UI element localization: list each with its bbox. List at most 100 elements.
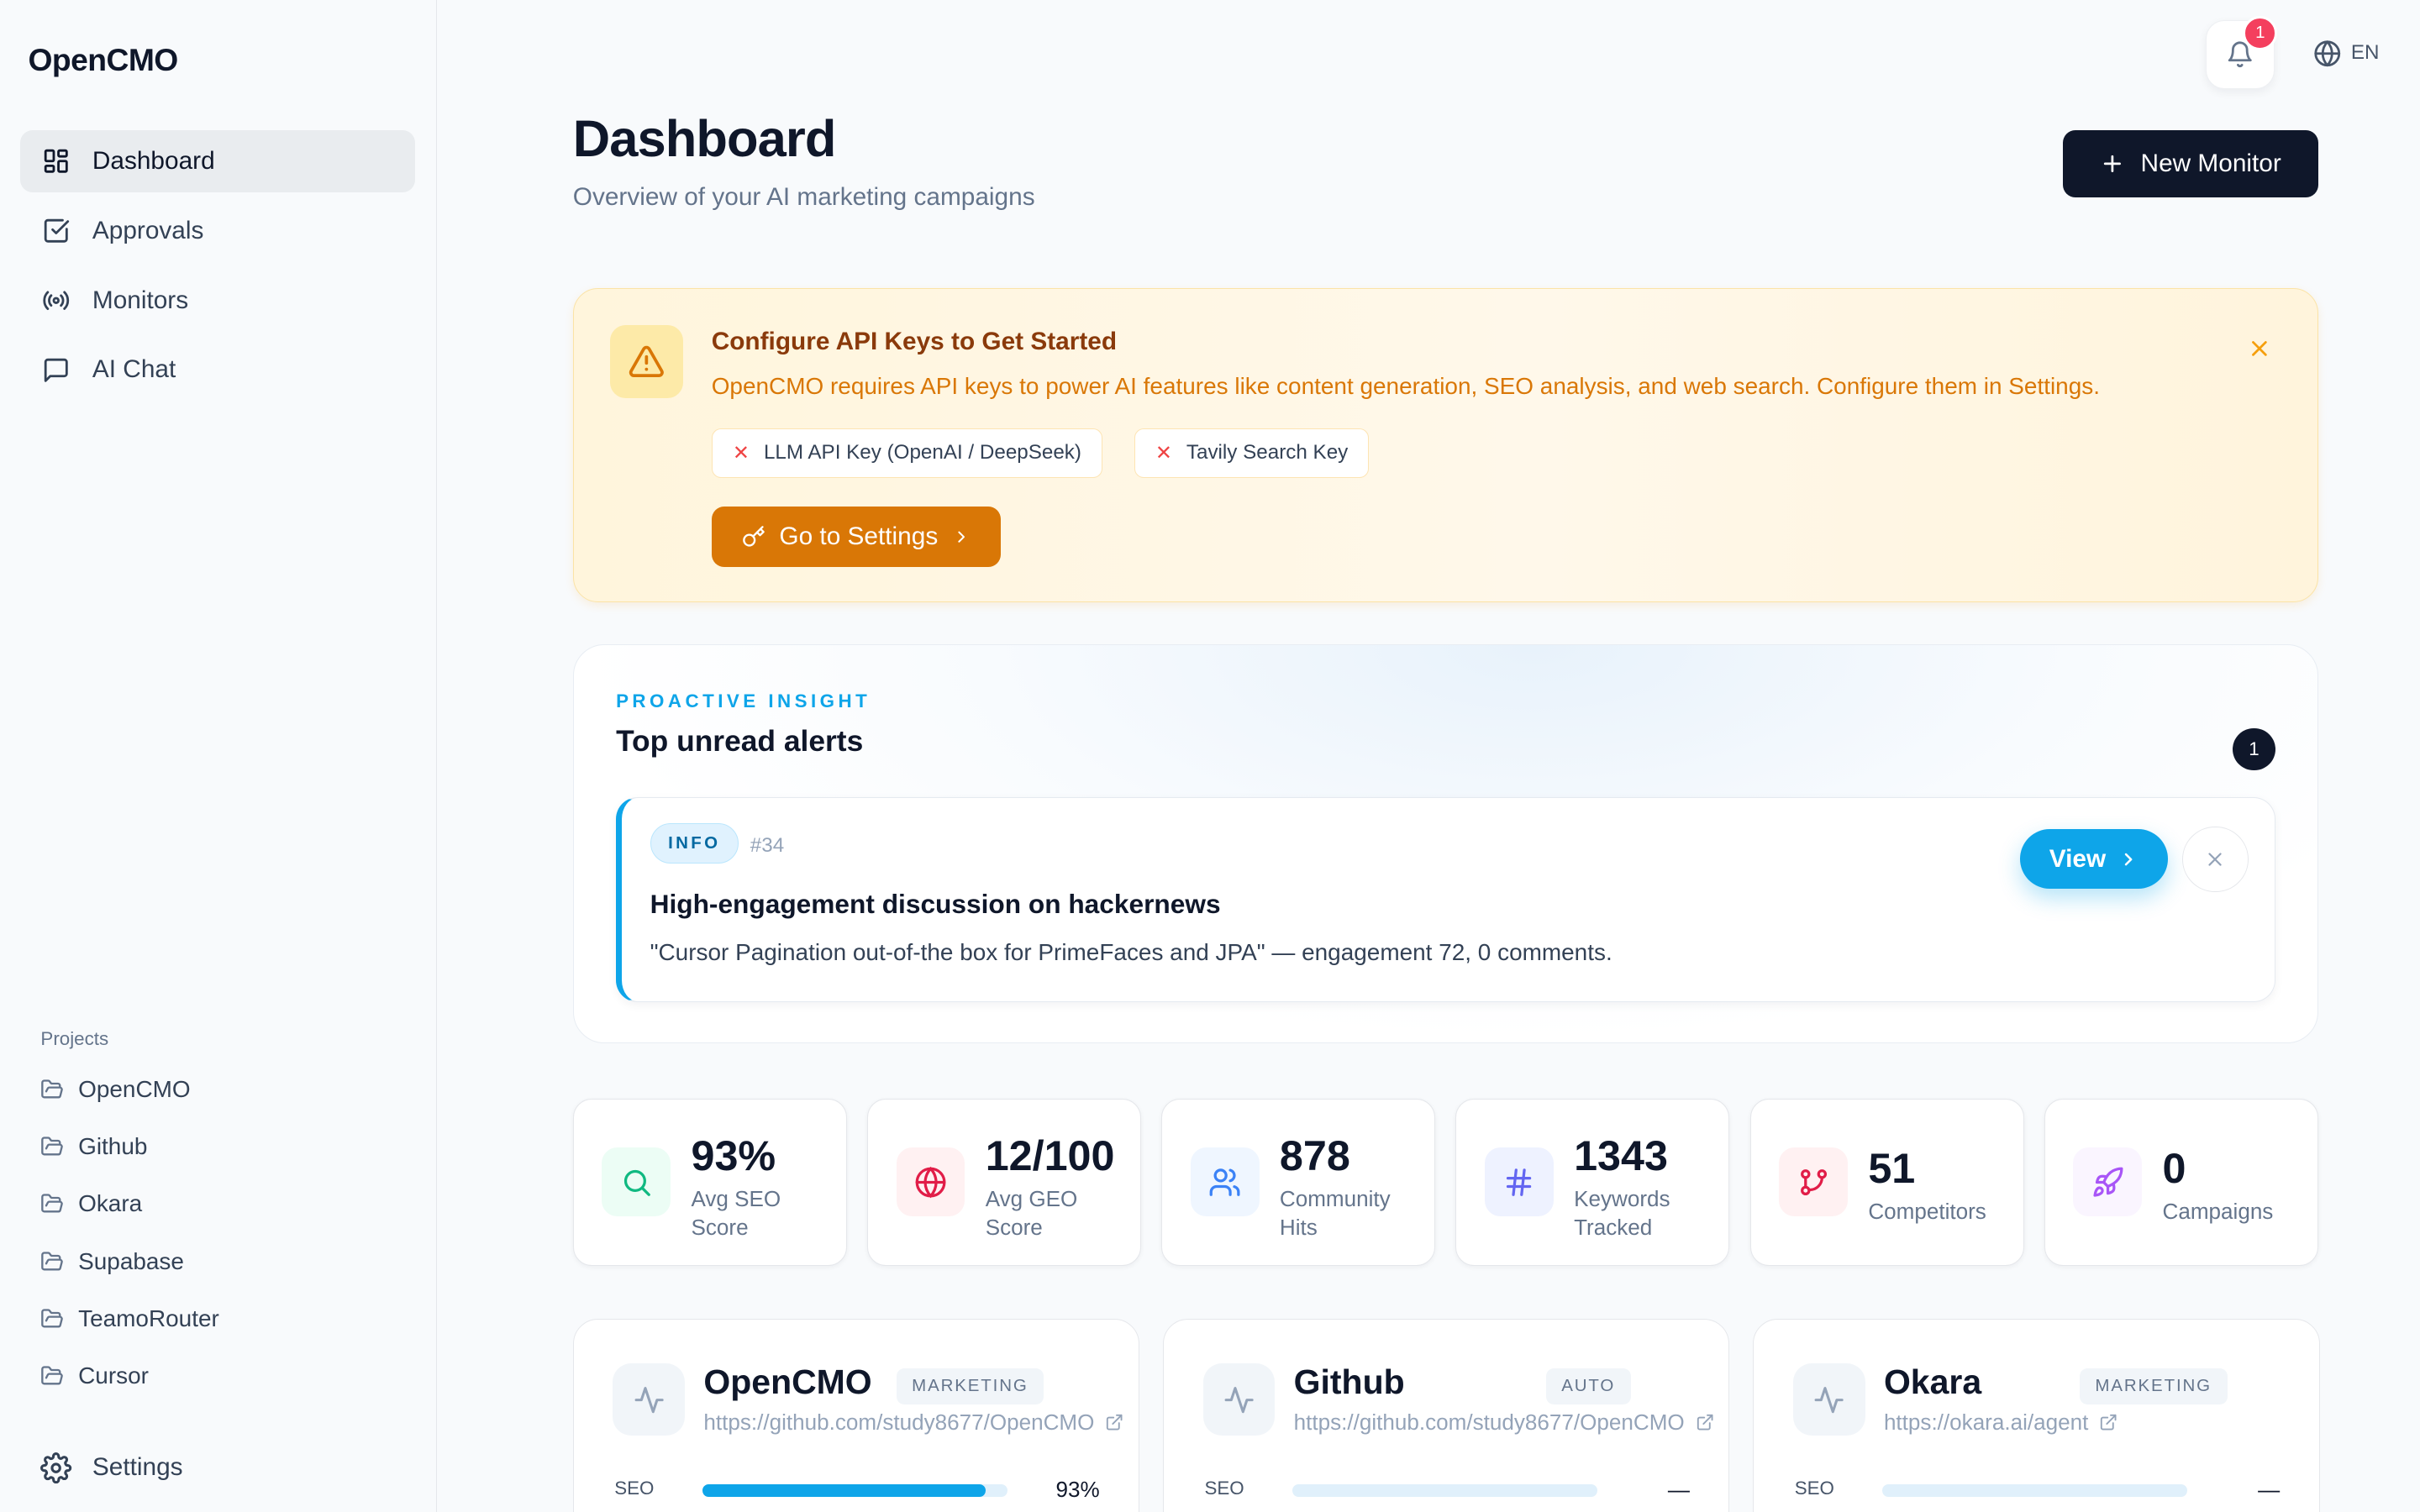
app-logo[interactable]: OpenCMO — [29, 42, 179, 78]
page-title: Dashboard — [572, 110, 837, 169]
go-to-settings-button[interactable]: Go to Settings — [711, 506, 1002, 568]
project-item-supabase[interactable]: Supabase — [40, 1232, 218, 1289]
view-label: View — [2049, 844, 2107, 873]
seo-bar — [702, 1483, 986, 1497]
stat-value: 51 — [1868, 1143, 1916, 1192]
insight-label: PROACTIVE INSIGHT — [616, 690, 871, 712]
project-name: OpenCMO — [703, 1362, 872, 1401]
warning-description: OpenCMO requires API keys to power AI fe… — [711, 373, 2100, 400]
folder-icon — [41, 1309, 64, 1328]
settings-link[interactable]: Settings — [40, 1443, 183, 1494]
seo-label: SEO — [1204, 1478, 1244, 1499]
seo-label: SEO — [614, 1478, 655, 1499]
project-item-teamorouter[interactable]: TeamoRouter — [40, 1290, 219, 1347]
project-card-opencmo[interactable]: OpenCMO MARKETING https://github.com/stu… — [572, 1319, 1140, 1512]
project-tag: MARKETING — [896, 1368, 1044, 1404]
stat-label: Campaigns — [2162, 1199, 2274, 1225]
project-list: OpenCMO Github Okara Supabase TeamoRoute… — [40, 1061, 219, 1404]
stat-label: Competitors — [1868, 1199, 1986, 1225]
search-icon — [602, 1147, 671, 1217]
chevron-right-icon — [2124, 853, 2133, 866]
nav-item-label: Dashboard — [92, 146, 215, 175]
plus-icon — [2103, 155, 2122, 172]
globe-icon — [896, 1147, 965, 1217]
seo-score-row: SEO — — [1795, 1477, 2280, 1505]
project-item-github[interactable]: Github — [40, 1118, 218, 1175]
alert-id: #34 — [750, 834, 785, 857]
close-icon[interactable] — [2247, 336, 2272, 361]
project-name: Github — [1293, 1362, 1405, 1401]
seo-track — [1292, 1483, 1598, 1497]
warning-icon — [609, 324, 684, 399]
warning-title: Configure API Keys to Get Started — [711, 328, 1118, 356]
stat-card-competitors: 51 Competitors — [1749, 1098, 2024, 1266]
alert-title: High-engagement discussion on hackernews — [650, 889, 1221, 920]
project-name: Okara — [1883, 1362, 1982, 1401]
stat-value: 12/100 — [985, 1131, 1115, 1179]
page-subtitle: Overview of your AI marketing campaigns — [572, 182, 1035, 211]
seo-value: 93% — [1055, 1476, 1100, 1502]
gear-icon — [40, 1452, 72, 1483]
dismiss-alert-button[interactable] — [2182, 826, 2249, 892]
seo-track — [702, 1483, 1007, 1497]
external-link-icon — [1697, 1414, 1713, 1431]
nav-item-dashboard[interactable]: Dashboard — [20, 129, 415, 193]
new-monitor-button[interactable]: New Monitor — [2063, 129, 2318, 197]
sidebar: OpenCMO Dashboard Approvals Monitors AI … — [0, 0, 437, 1512]
nav-item-approvals[interactable]: Approvals — [20, 199, 414, 262]
activity-icon — [1792, 1363, 1865, 1436]
stat-card-seo: 93% Avg SEO Score — [572, 1098, 847, 1266]
seo-track — [1882, 1483, 2188, 1497]
proactive-insight-panel: PROACTIVE INSIGHT Top unread alerts 1 IN… — [572, 644, 2318, 1044]
language-switcher[interactable]: EN — [2313, 39, 2380, 68]
rocket-icon — [2073, 1147, 2143, 1217]
stat-label: Avg GEO Score — [985, 1186, 1078, 1240]
nav-item-label: AI Chat — [92, 355, 176, 384]
project-label: Supabase — [78, 1247, 184, 1274]
stat-value: 93% — [691, 1131, 776, 1179]
seo-score-row: SEO — — [1204, 1477, 1689, 1505]
folder-icon — [41, 1079, 64, 1099]
project-url[interactable]: https://github.com/study8677/OpenCMO — [1294, 1410, 1714, 1436]
chat-icon — [45, 358, 69, 382]
dashboard-icon — [45, 149, 69, 173]
activity-icon — [1202, 1363, 1276, 1436]
missing-key-label: Tavily Search Key — [1186, 441, 1349, 465]
chevron-right-icon — [958, 531, 965, 543]
project-label: Github — [78, 1133, 148, 1160]
go-to-settings-label: Go to Settings — [779, 522, 939, 550]
notification-badge: 1 — [2243, 15, 2278, 50]
project-item-cursor[interactable]: Cursor — [40, 1347, 218, 1404]
stat-label: Avg SEO Score — [691, 1186, 781, 1240]
main-nav: Dashboard Approvals Monitors AI Chat — [20, 129, 415, 409]
new-monitor-label: New Monitor — [2140, 149, 2281, 177]
stat-value: 878 — [1279, 1131, 1350, 1179]
x-icon: ✕ — [732, 441, 750, 465]
project-url[interactable]: https://okara.ai/agent — [1884, 1410, 2118, 1436]
insight-title: Top unread alerts — [616, 725, 864, 759]
project-url[interactable]: https://github.com/study8677/OpenCMO — [703, 1410, 1123, 1436]
project-item-opencmo[interactable]: OpenCMO — [40, 1061, 218, 1118]
users-icon — [1190, 1147, 1260, 1217]
project-label: Okara — [78, 1190, 143, 1217]
projects-heading: Projects — [40, 1027, 109, 1049]
alert-card: INFO #34 High-engagement discussion on h… — [616, 797, 2275, 1003]
nav-item-monitors[interactable]: Monitors — [20, 269, 414, 332]
radio-icon — [43, 291, 70, 310]
nav-item-ai-chat[interactable]: AI Chat — [20, 339, 414, 402]
project-card-github[interactable]: Github AUTO https://github.com/study8677… — [1163, 1319, 1730, 1512]
api-key-warning: Configure API Keys to Get Started OpenCM… — [572, 287, 2318, 603]
seo-value: — — [2258, 1476, 2281, 1502]
project-label: Cursor — [78, 1362, 149, 1389]
check-square-icon — [45, 218, 70, 243]
folder-icon — [41, 1137, 64, 1156]
view-alert-button[interactable]: View — [2019, 829, 2169, 890]
project-label: TeamoRouter — [78, 1305, 219, 1331]
missing-key-chip: ✕ LLM API Key (OpenAI / DeepSeek) — [711, 428, 1103, 479]
project-card-okara[interactable]: Okara MARKETING https://okara.ai/agent S… — [1753, 1319, 2320, 1512]
alert-count-badge: 1 — [2233, 728, 2275, 771]
project-item-okara[interactable]: Okara — [40, 1175, 218, 1232]
stat-label: Community Hits — [1279, 1186, 1391, 1240]
folder-icon — [41, 1366, 64, 1385]
project-tag: AUTO — [1545, 1368, 1631, 1404]
